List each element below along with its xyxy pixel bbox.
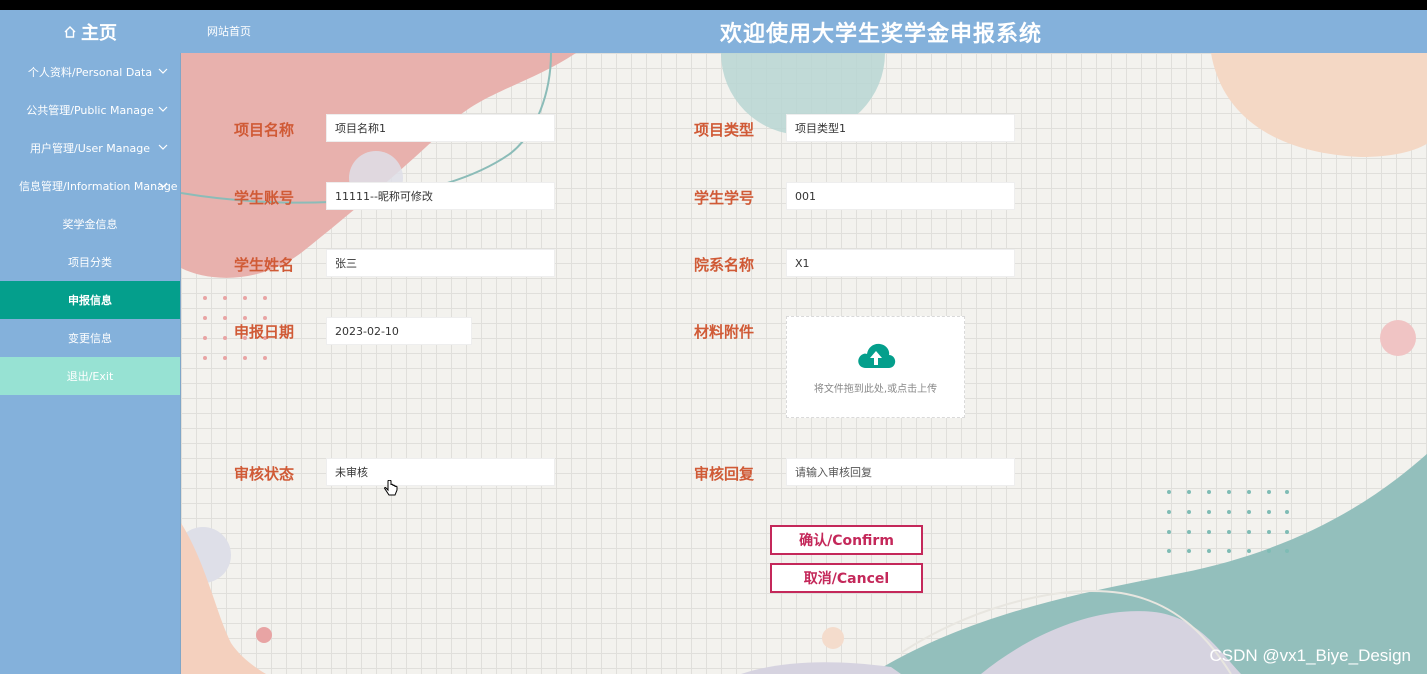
sidebar-item-label: 申报信息 [68, 294, 112, 307]
student-account-field[interactable]: 11111--昵称可修改 [326, 182, 555, 210]
sidebar-item-personal-data[interactable]: 个人资料/Personal Data [0, 53, 180, 91]
project-type-field[interactable]: 项目类型1 [786, 114, 1015, 142]
project-name-label: 项目名称 [234, 121, 295, 139]
sidebar-item-information-manage[interactable]: 信息管理/Information Manage [0, 167, 180, 205]
student-account-label: 学生账号 [234, 189, 295, 207]
department-label: 院系名称 [694, 256, 755, 274]
sidebar-item-label: 奖学金信息 [62, 218, 118, 231]
review-reply-label: 审核回复 [694, 465, 755, 483]
sidebar-item-label: 个人资料/Personal Data [27, 66, 153, 79]
upload-hint: 将文件拖到此处,或点击上传 [813, 383, 938, 395]
header-bar: 主页 网站首页 欢迎使用大学生奖学金申报系统 [0, 10, 1427, 53]
sidebar-item-label: 信息管理/Information Manage [19, 180, 178, 193]
site-home-link[interactable]: 网站首页 [207, 23, 251, 39]
student-id-label: 学生学号 [694, 189, 755, 207]
cancel-button[interactable]: 取消/Cancel [770, 563, 923, 593]
review-status-field[interactable]: 未审核 [326, 458, 555, 486]
sidebar-item-user-manage[interactable]: 用户管理/User Manage [0, 129, 180, 167]
chevron-down-icon [158, 104, 168, 117]
apply-date-field[interactable]: 2023-02-10 [326, 317, 472, 345]
apply-date-label: 申报日期 [234, 323, 295, 341]
home-icon [63, 25, 77, 39]
sidebar-item-exit[interactable]: 退出/Exit [0, 357, 180, 395]
main-content: 项目名称 项目名称1 项目类型 项目类型1 学生账号 11111--昵称可修改 … [180, 53, 1427, 674]
sidebar-item-application-info[interactable]: 申报信息 [0, 281, 180, 319]
project-name-field[interactable]: 项目名称1 [326, 114, 555, 142]
top-strip [0, 0, 1427, 10]
sidebar-item-scholarship-info[interactable]: 奖学金信息 [0, 205, 180, 243]
confirm-button[interactable]: 确认/Confirm [770, 525, 923, 555]
chevron-down-icon [158, 180, 168, 193]
student-name-field[interactable]: 张三 [326, 249, 555, 277]
chevron-down-icon [158, 66, 168, 79]
home-link[interactable]: 主页 [0, 10, 180, 53]
page-title: 欢迎使用大学生奖学金申报系统 [720, 22, 1043, 47]
sidebar-item-label: 用户管理/User Manage [30, 142, 150, 155]
department-field[interactable]: X1 [786, 249, 1015, 277]
file-upload-area[interactable]: 将文件拖到此处,或点击上传 [786, 316, 965, 418]
sidebar-item-label: 公共管理/Public Manage [26, 104, 154, 117]
review-status-label: 审核状态 [234, 465, 295, 483]
sidebar-item-label: 项目分类 [68, 256, 112, 269]
chevron-down-icon [158, 142, 168, 155]
student-name-label: 学生姓名 [234, 256, 295, 274]
project-type-label: 项目类型 [694, 121, 755, 139]
hand-cursor-icon [384, 479, 398, 502]
sidebar-item-label: 变更信息 [68, 332, 112, 345]
home-label: 主页 [81, 22, 117, 44]
student-id-field[interactable]: 001 [786, 182, 1015, 210]
sidebar-item-project-category[interactable]: 项目分类 [0, 243, 180, 281]
review-reply-field[interactable]: 请输入审核回复 [786, 458, 1015, 486]
cloud-upload-icon [856, 340, 896, 374]
sidebar: 个人资料/Personal Data 公共管理/Public Manage 用户… [0, 53, 180, 674]
attachment-label: 材料附件 [694, 323, 755, 341]
sidebar-item-change-info[interactable]: 变更信息 [0, 319, 180, 357]
sidebar-item-public-manage[interactable]: 公共管理/Public Manage [0, 91, 180, 129]
watermark: CSDN @vx1_Biye_Design [1209, 646, 1411, 665]
sidebar-item-label: 退出/Exit [66, 370, 114, 383]
